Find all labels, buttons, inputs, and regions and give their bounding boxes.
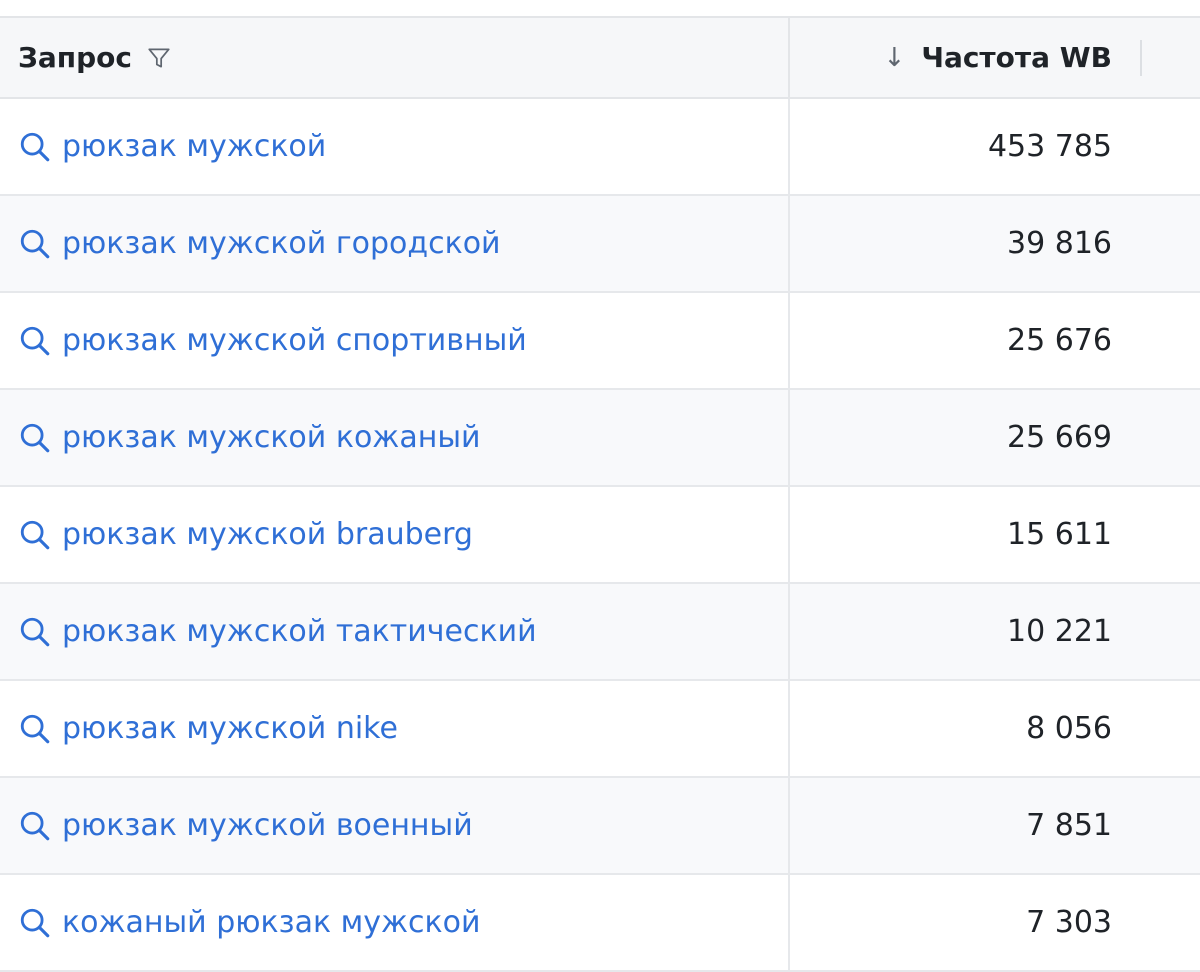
query-link[interactable]: рюкзак мужской городской bbox=[0, 196, 788, 291]
frequency-cell: 453 785 bbox=[788, 99, 1200, 194]
frequency-cell: 39 816 bbox=[788, 196, 1200, 291]
table-row: рюкзак мужской спортивный 25 676 bbox=[0, 293, 1200, 390]
search-icon bbox=[20, 617, 50, 646]
frequency-value: 453 785 bbox=[987, 129, 1112, 164]
frequency-cell: 8 056 bbox=[788, 681, 1200, 776]
frequency-cell: 25 669 bbox=[788, 390, 1200, 485]
query-text: рюкзак мужской городской bbox=[62, 226, 501, 261]
arrow-down-icon[interactable]: ↓ bbox=[884, 45, 906, 71]
column-header-query[interactable]: Запрос bbox=[0, 18, 788, 97]
search-icon bbox=[20, 811, 50, 840]
column-header-frequency[interactable]: ↓ Частота WB bbox=[788, 18, 1200, 97]
frequency-cell: 10 221 bbox=[788, 584, 1200, 679]
search-icon bbox=[20, 520, 50, 549]
frequency-value: 39 816 bbox=[1007, 226, 1112, 261]
frequency-value: 10 221 bbox=[1007, 614, 1112, 649]
table-header: Запрос ↓ Частота WB bbox=[0, 18, 1200, 99]
query-link[interactable]: рюкзак мужской brauberg bbox=[0, 487, 788, 582]
query-link[interactable]: рюкзак мужской спортивный bbox=[0, 293, 788, 388]
table-row: рюкзак мужской 453 785 bbox=[0, 99, 1200, 196]
query-text: кожаный рюкзак мужской bbox=[62, 905, 481, 940]
frequency-value: 25 676 bbox=[1007, 323, 1112, 358]
query-link[interactable]: рюкзак мужской кожаный bbox=[0, 390, 788, 485]
table-row: рюкзак мужской тактический 10 221 bbox=[0, 584, 1200, 681]
frequency-value: 8 056 bbox=[1026, 711, 1112, 746]
column-resize-handle[interactable] bbox=[1140, 40, 1142, 76]
frequency-value: 7 851 bbox=[1026, 808, 1112, 843]
search-icon bbox=[20, 908, 50, 937]
frequency-cell: 25 676 bbox=[788, 293, 1200, 388]
column-header-query-label: Запрос bbox=[18, 41, 133, 74]
search-icon bbox=[20, 714, 50, 743]
table-row: рюкзак мужской военный 7 851 bbox=[0, 778, 1200, 875]
table-row: кожаный рюкзак мужской 7 303 bbox=[0, 875, 1200, 972]
frequency-value: 15 611 bbox=[1007, 517, 1112, 552]
frequency-value: 7 303 bbox=[1026, 905, 1112, 940]
query-text: рюкзак мужской кожаный bbox=[62, 420, 481, 455]
query-link[interactable]: рюкзак мужской nike bbox=[0, 681, 788, 776]
frequency-cell: 7 851 bbox=[788, 778, 1200, 873]
search-icon bbox=[20, 326, 50, 355]
table-row: рюкзак мужской brauberg 15 611 bbox=[0, 487, 1200, 584]
frequency-cell: 15 611 bbox=[788, 487, 1200, 582]
query-text: рюкзак мужской brauberg bbox=[62, 517, 473, 552]
search-icon bbox=[20, 423, 50, 452]
column-header-frequency-label: Частота WB bbox=[921, 41, 1112, 74]
query-link[interactable]: рюкзак мужской тактический bbox=[0, 584, 788, 679]
filter-icon[interactable] bbox=[146, 45, 172, 71]
search-icon bbox=[20, 132, 50, 161]
search-icon bbox=[20, 229, 50, 258]
query-link[interactable]: рюкзак мужской bbox=[0, 99, 788, 194]
search-queries-table: Запрос ↓ Частота WB рюкзак мужской 453 78… bbox=[0, 16, 1200, 972]
frequency-value: 25 669 bbox=[1007, 420, 1112, 455]
query-text: рюкзак мужской военный bbox=[62, 808, 473, 843]
table-row: рюкзак мужской городской 39 816 bbox=[0, 196, 1200, 293]
query-text: рюкзак мужской bbox=[62, 129, 327, 164]
table-row: рюкзак мужской кожаный 25 669 bbox=[0, 390, 1200, 487]
query-text: рюкзак мужской тактический bbox=[62, 614, 537, 649]
table-row: рюкзак мужской nike 8 056 bbox=[0, 681, 1200, 778]
query-link[interactable]: рюкзак мужской военный bbox=[0, 778, 788, 873]
query-text: рюкзак мужской nike bbox=[62, 711, 398, 746]
query-text: рюкзак мужской спортивный bbox=[62, 323, 527, 358]
